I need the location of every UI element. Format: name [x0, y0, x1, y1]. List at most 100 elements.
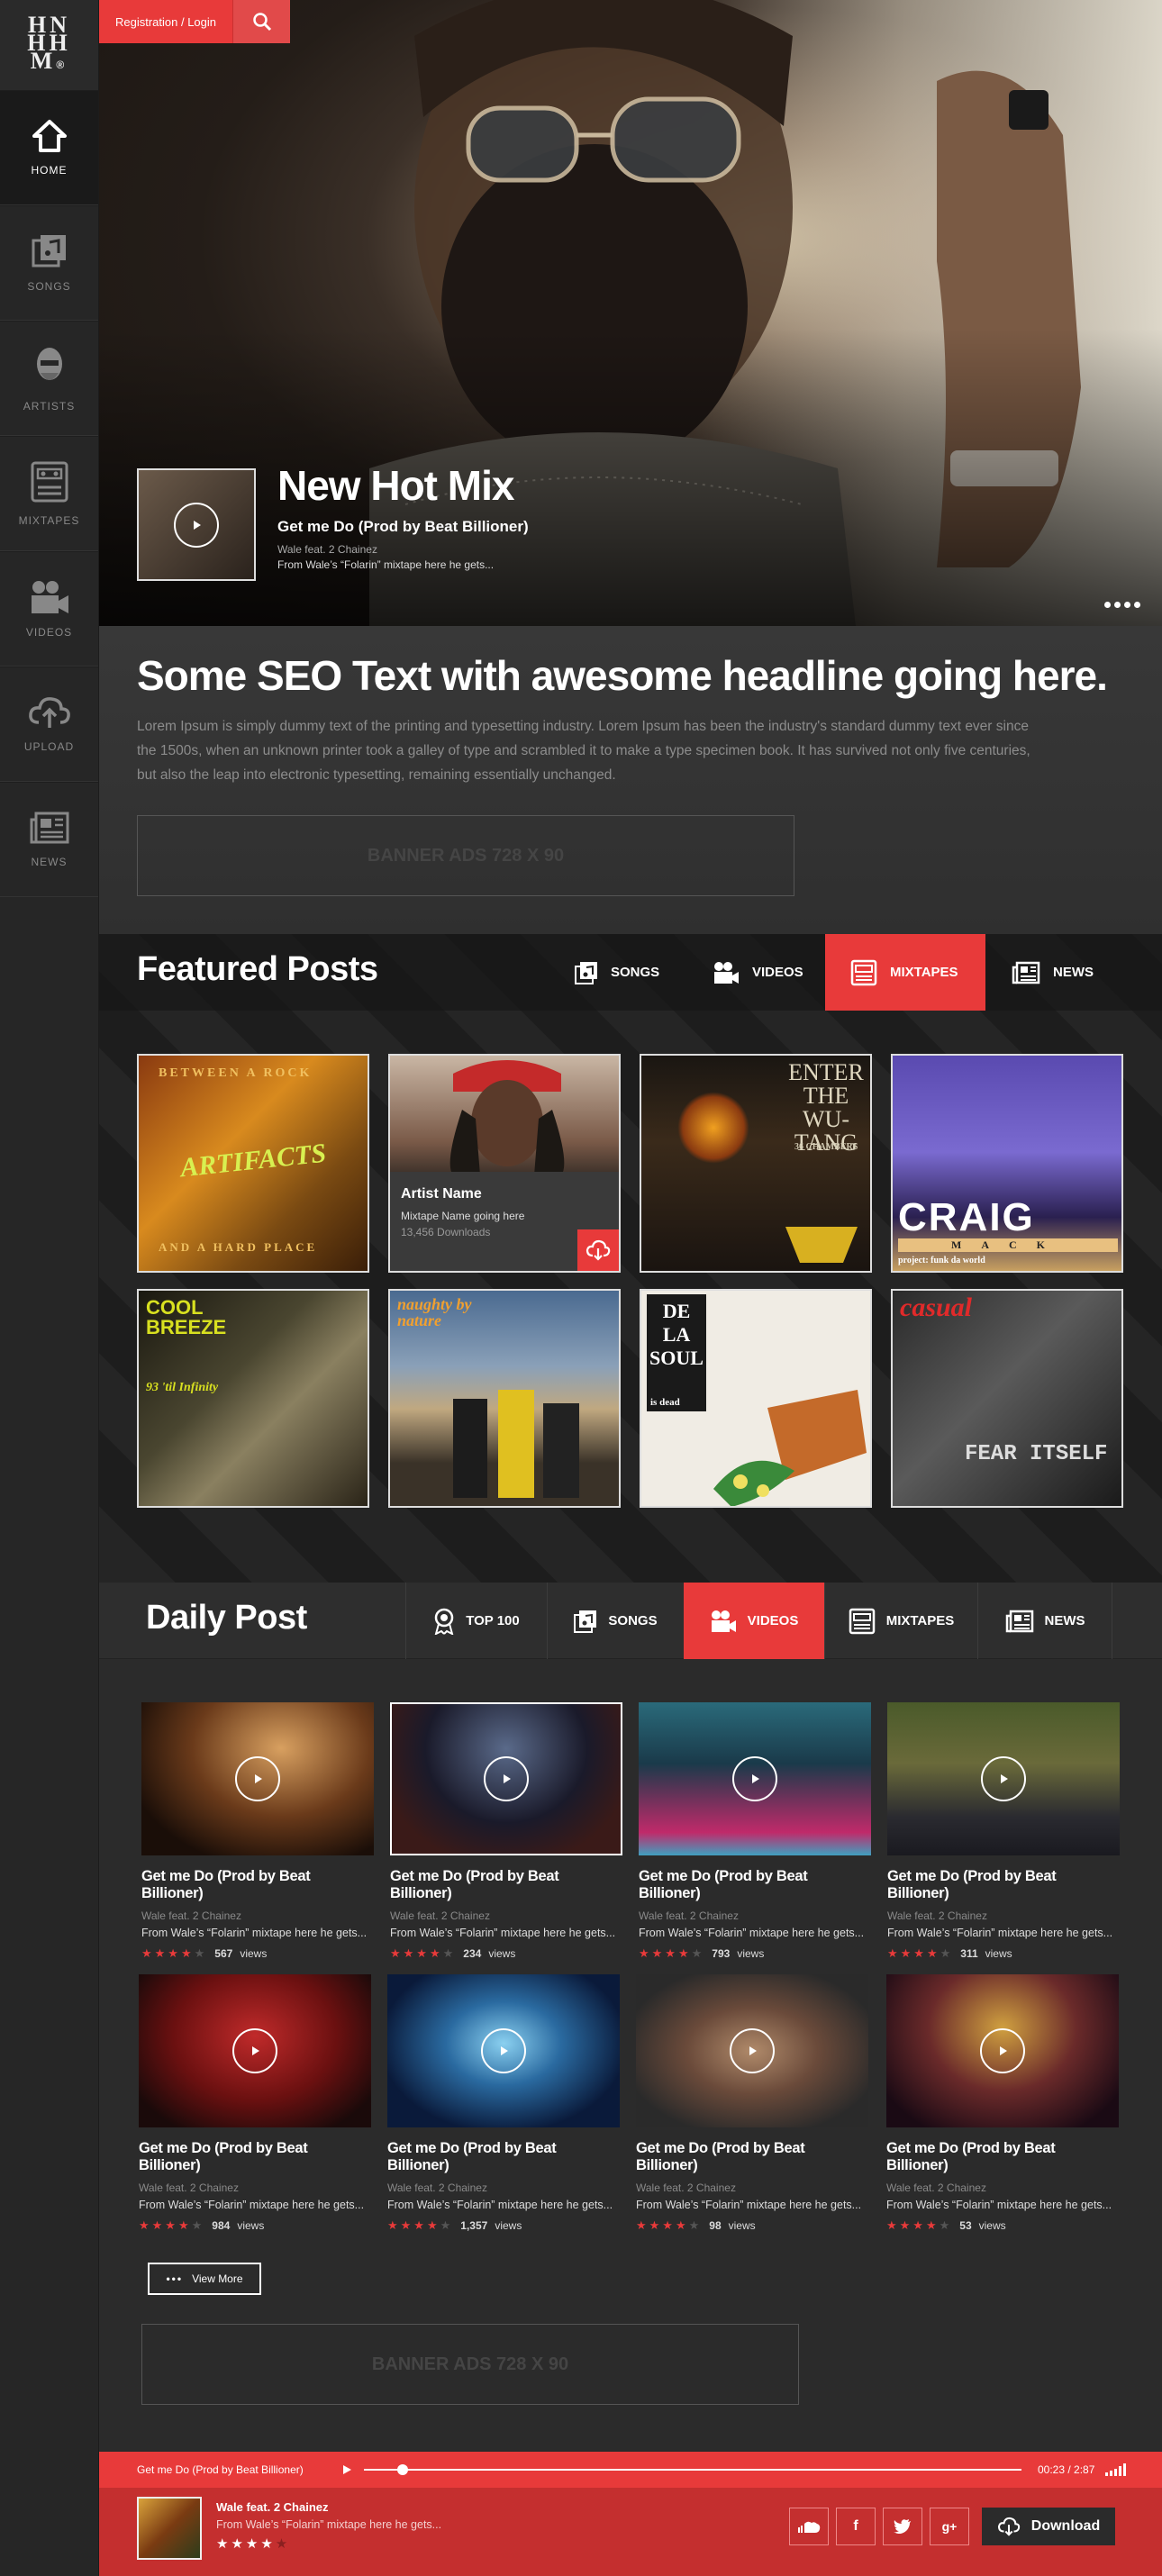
video-card[interactable]: Get me Do (Prod by Beat Billioner) Wale …	[886, 1974, 1119, 2233]
cover-bottom-text: is dead	[650, 1397, 680, 1408]
mixtape-cover[interactable]: CRAIG MACK project: funk da world	[891, 1054, 1123, 1273]
sidebar-item-label: UPLOAD	[23, 740, 75, 753]
play-icon[interactable]	[981, 1756, 1026, 1801]
play-icon[interactable]	[732, 1756, 777, 1801]
play-icon[interactable]	[340, 2463, 353, 2476]
artist-card-cover[interactable]: Artist Name Mixtape Name going here 13,4…	[388, 1054, 621, 1273]
video-card[interactable]: Get me Do (Prod by Beat Billioner) Wale …	[639, 1702, 871, 1961]
sidebar-item-songs[interactable]: SONGS	[0, 205, 98, 321]
award-icon	[434, 1608, 454, 1635]
video-description: From Wale’s “Folarin” mixtape here he ge…	[636, 2199, 862, 2211]
registration-login-button[interactable]: Registration / Login	[99, 0, 233, 43]
video-thumbnail[interactable]	[886, 1974, 1119, 2127]
video-title[interactable]: Get me Do (Prod by Beat Billioner)	[141, 1868, 374, 1902]
video-card[interactable]: Get me Do (Prod by Beat Billioner) Wale …	[139, 1974, 371, 2233]
video-title[interactable]: Get me Do (Prod by Beat Billioner)	[639, 1868, 871, 1902]
google-plus-button[interactable]: g+	[930, 2508, 969, 2545]
tab-featured-mixtapes[interactable]: MIXTAPES	[825, 934, 985, 1011]
video-card[interactable]: Get me Do (Prod by Beat Billioner) Wale …	[887, 1702, 1120, 1961]
volume-bars-icon[interactable]	[1105, 2463, 1129, 2476]
views-suffix: views	[237, 2219, 265, 2232]
cover-title: COOL BREEZE	[146, 1296, 227, 1338]
mixtape-cover[interactable]: COOL BREEZE 93 'til Infinity	[137, 1289, 369, 1508]
video-thumbnail[interactable]	[387, 1974, 620, 2127]
seek-knob[interactable]	[396, 2464, 408, 2475]
sidebar-item-home[interactable]: HOME	[0, 90, 98, 205]
play-icon[interactable]	[484, 1756, 529, 1801]
player-thumbnail[interactable]	[137, 2497, 202, 2560]
logo[interactable]: HN HH M®	[0, 0, 98, 90]
soundcloud-button[interactable]	[789, 2508, 829, 2545]
video-thumbnail[interactable]	[636, 1974, 868, 2127]
cover-bottom-text: FEAR ITSELF	[965, 1442, 1108, 1466]
video-title[interactable]: Get me Do (Prod by Beat Billioner)	[636, 2140, 868, 2174]
views-suffix: views	[488, 1947, 516, 1960]
hero-thumbnail[interactable]	[137, 468, 256, 581]
view-more-button[interactable]: ••• View More	[148, 2263, 261, 2295]
sidebar-item-videos[interactable]: VIDEOS	[0, 551, 98, 667]
sidebar-item-news[interactable]: NEWS	[0, 782, 98, 897]
play-icon[interactable]	[730, 2028, 775, 2073]
play-icon[interactable]	[235, 1756, 280, 1801]
tab-daily-videos[interactable]: VIDEOS	[684, 1583, 824, 1659]
sidebar-item-mixtapes[interactable]: MIXTAPES	[0, 436, 98, 551]
tab-daily-mixtapes[interactable]: MIXTAPES	[824, 1583, 977, 1659]
seek-bar[interactable]	[364, 2464, 1021, 2475]
tab-daily-news[interactable]: NEWS	[977, 1583, 1112, 1659]
video-title[interactable]: Get me Do (Prod by Beat Billioner)	[387, 2140, 620, 2174]
download-button[interactable]: Download	[982, 2508, 1115, 2545]
tab-featured-videos[interactable]: VIDEOS	[687, 934, 829, 1011]
mixtape-cover[interactable]: ENTER THE WU-TANG 36 CHAMBERS	[640, 1054, 872, 1273]
search-button[interactable]	[232, 0, 291, 43]
artist-name[interactable]: Artist Name	[401, 1186, 608, 1202]
sidebar-item-artists[interactable]: ARTISTS	[0, 321, 98, 436]
registered-mark: ®	[56, 59, 68, 71]
play-icon[interactable]	[980, 2028, 1025, 2073]
music-note-icon	[574, 1610, 597, 1633]
video-card[interactable]: Get me Do (Prod by Beat Billioner) Wale …	[387, 1974, 620, 2233]
twitter-button[interactable]	[883, 2508, 922, 2545]
video-card[interactable]: Get me Do (Prod by Beat Billioner) Wale …	[390, 1702, 622, 1961]
video-description: From Wale’s “Folarin” mixtape here he ge…	[887, 1927, 1113, 1939]
hero-title[interactable]: New Hot Mix	[277, 461, 514, 510]
play-icon	[174, 502, 219, 548]
video-title[interactable]: Get me Do (Prod by Beat Billioner)	[887, 1868, 1120, 1902]
tab-featured-news[interactable]: NEWS	[986, 934, 1119, 1011]
download-cloud-icon	[586, 1239, 611, 1261]
hero-subtitle[interactable]: Get me Do (Prod by Beat Billioner)	[277, 518, 529, 536]
sidebar-item-upload[interactable]: UPLOAD	[0, 667, 98, 782]
banner-ad[interactable]: BANNER ADS 728 X 90	[137, 815, 794, 896]
player-star-rating[interactable]: ★★★★★	[216, 2535, 290, 2552]
video-thumbnail[interactable]	[139, 1974, 371, 2127]
play-icon[interactable]	[481, 2028, 526, 2073]
video-title[interactable]: Get me Do (Prod by Beat Billioner)	[886, 2140, 1119, 2174]
video-thumbnail[interactable]	[639, 1702, 871, 1855]
more-options-icon[interactable]	[1104, 602, 1140, 608]
tab-daily-songs[interactable]: SONGS	[547, 1583, 684, 1659]
video-title[interactable]: Get me Do (Prod by Beat Billioner)	[390, 1868, 622, 1902]
download-button[interactable]	[577, 1229, 619, 1271]
cover-extra-text: project: funk da world	[898, 1256, 985, 1265]
facebook-button[interactable]: f	[836, 2508, 876, 2545]
mixtape-cover[interactable]: BETWEEN A ROCK ARTIFACTS AND A HARD PLAC…	[137, 1054, 369, 1273]
tab-featured-songs[interactable]: SONGS	[549, 934, 685, 1011]
mixtape-cover[interactable]: naughty by nature	[388, 1289, 621, 1508]
views-suffix: views	[985, 1947, 1012, 1960]
banner-ad[interactable]: BANNER ADS 728 X 90	[141, 2324, 799, 2405]
cover-title: DE LA SOUL	[647, 1294, 706, 1411]
video-title[interactable]: Get me Do (Prod by Beat Billioner)	[139, 2140, 371, 2174]
video-artist: Wale feat. 2 Chainez	[141, 1909, 241, 1922]
video-card[interactable]: Get me Do (Prod by Beat Billioner) Wale …	[636, 1974, 868, 2233]
video-artist: Wale feat. 2 Chainez	[139, 2181, 239, 2194]
video-card[interactable]: Get me Do (Prod by Beat Billioner) Wale …	[141, 1702, 374, 1961]
tab-daily-top100[interactable]: TOP 100	[405, 1583, 547, 1659]
views-suffix: views	[728, 2219, 756, 2232]
video-thumbnail[interactable]	[887, 1702, 1120, 1855]
mixtape-cover[interactable]: casual FEAR ITSELF	[891, 1289, 1123, 1508]
star-rating: ★★★★★	[141, 1946, 208, 1960]
video-thumbnail[interactable]	[141, 1702, 374, 1855]
play-icon[interactable]	[232, 2028, 277, 2073]
view-count: 311	[960, 1947, 978, 1960]
mixtape-cover[interactable]: DE LA SOUL is dead	[640, 1289, 872, 1508]
video-thumbnail[interactable]	[390, 1702, 622, 1855]
